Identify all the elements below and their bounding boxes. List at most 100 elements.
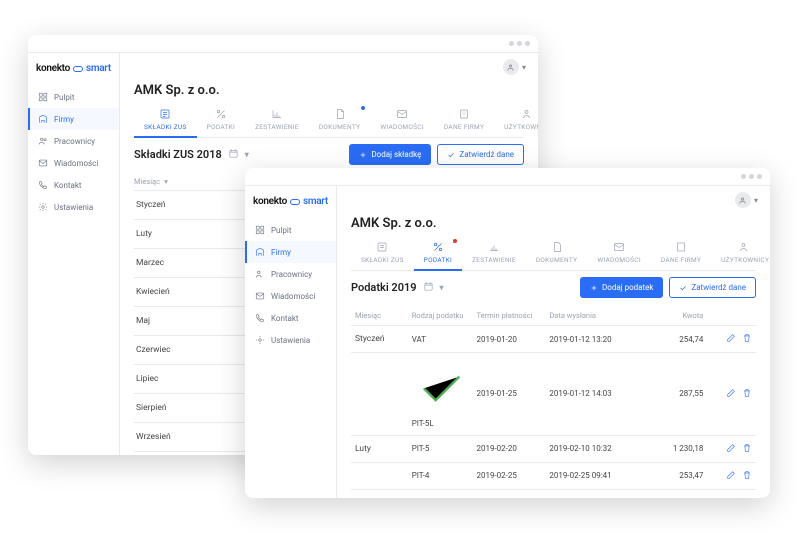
approve-button[interactable]: Zatwierdź dane [437,144,524,165]
chevron-down-icon[interactable]: ▾ [245,150,249,159]
document-icon [334,108,346,120]
delete-icon[interactable] [742,497,752,498]
approve-button[interactable]: Zatwierdź dane [669,277,756,298]
edit-icon[interactable] [726,443,736,455]
cell-amount: 254,74 [634,326,707,353]
sidebar-item-pracownicy[interactable]: Pracownicy [28,130,119,152]
sidebar-item-wiadomosci[interactable]: Wiadomości [28,152,119,174]
tab-zestawienie[interactable]: ZESTAWIENIE [462,239,526,270]
cell-sent [545,489,634,498]
cell-sent: 2019-01-12 14:03 [545,353,634,436]
sidebar-item-label: Pracownicy [54,137,95,146]
avatar[interactable] [735,192,751,208]
sidebar-item-pulpit[interactable]: Pulpit [245,219,336,241]
cell-type: VAT [408,489,473,498]
edit-icon[interactable] [726,388,736,400]
cell-actions [707,326,756,353]
logo: konekto smart [28,53,119,86]
sidebar-item-ustawienia[interactable]: Ustawienia [245,329,336,351]
chevron-down-icon[interactable]: ▾ [440,283,444,292]
sidebar-item-firmy[interactable]: Firmy [245,241,336,263]
chevron-down-icon[interactable]: ▾ [754,196,758,205]
cell-sent: 2019-02-25 09:41 [545,462,634,489]
delete-icon[interactable] [742,333,752,345]
check-icon [412,410,469,419]
tab-wiadomosci[interactable]: WIADOMOŚCI [587,239,651,270]
badge-dot [361,106,365,110]
tab-label: ZESTAWIENIE [255,123,299,131]
col-due[interactable]: Termin płatności [472,306,545,326]
tab-wiadomosci[interactable]: WIADOMOŚCI [370,106,434,137]
tab-label: UŻYTKOWNICY [504,123,538,131]
edit-icon[interactable] [726,497,736,498]
sort-icon[interactable]: ▾ [164,177,168,186]
sidebar-item-ustawienia[interactable]: Ustawienia [28,196,119,218]
tab-uzytkownicy[interactable]: UŻYTKOWNICY [494,106,538,137]
cell-actions [707,435,756,462]
tab-skladki-zus[interactable]: SKŁADKI ZUS [351,239,414,270]
mail-icon [396,108,408,120]
tab-label: PODATKI [207,123,235,131]
sidebar-item-pulpit[interactable]: Pulpit [28,86,119,108]
cell-due: 2019-02-25 [472,462,545,489]
tab-dokumenty[interactable]: DOKUMENTY [526,239,587,270]
page-title: AMK Sp. z o.o. [134,83,524,98]
add-podatek-button[interactable]: Dodaj podatek [580,277,663,298]
sidebar-item-pracownicy[interactable]: Pracownicy [245,263,336,285]
col-month[interactable]: Miesiąc [134,177,160,186]
cell-actions [707,353,756,436]
window-podatki: konekto smart Pulpit Firmy Pracownicy Wi… [245,168,770,498]
cell-type: PIT-5L [408,353,473,436]
tab-dokumenty[interactable]: DOKUMENTY [309,106,370,137]
prev-amount: -252,45 [645,497,683,498]
building-icon [38,114,48,124]
badge-dot [453,239,457,243]
cell-due: 2019-01-25 [472,353,545,436]
titlebar [28,35,538,53]
tab-podatki[interactable]: PODATKI [414,239,462,270]
phone-icon [38,180,48,190]
cell-type: VAT [408,326,473,353]
mail-icon [255,291,265,301]
col-sent[interactable]: Data wysłania [545,306,634,326]
sidebar-item-label: Ustawienia [54,203,93,212]
edit-icon[interactable] [726,333,736,345]
titlebar [245,168,770,186]
podatki-table: Miesiąc Rodzaj podatku Termin płatności … [351,306,756,498]
window-dot [757,174,762,179]
col-type[interactable]: Rodzaj podatku [408,306,473,326]
cell-amount: 1 230,18 [634,435,707,462]
cell-type: PIT-4 [408,462,473,489]
delete-icon[interactable] [742,443,752,455]
tabs: SKŁADKI ZUS PODATKI ZESTAWIENIE DOKUMENT… [351,239,756,271]
col-amount[interactable]: Kwota [634,306,707,326]
logo-smart: smart [303,196,328,207]
check-icon [679,284,687,292]
gear-icon [38,202,48,212]
add-skladka-button[interactable]: Dodaj składkę [349,144,431,165]
cell-sent: 2019-01-12 13:20 [545,326,634,353]
avatar[interactable] [503,59,519,75]
tab-dane-firmy[interactable]: DANE FIRMY [651,239,711,270]
calendar-icon[interactable] [228,148,239,162]
delete-icon[interactable] [742,470,752,482]
delete-icon[interactable] [742,388,752,400]
chevron-down-icon[interactable]: ▾ [522,63,526,72]
section-title: Podatki 2019 ▾ [351,281,444,295]
sidebar: konekto smart Pulpit Firmy Pracownicy Wi… [245,186,337,498]
col-month[interactable]: Miesiąc [351,306,408,326]
sidebar-item-wiadomosci[interactable]: Wiadomości [245,285,336,307]
tab-podatki[interactable]: PODATKI [197,106,245,137]
tab-uzytkownicy[interactable]: UŻYTKOWNICY [711,239,770,270]
sidebar-item-firmy[interactable]: Firmy [28,108,119,130]
tab-dane-firmy[interactable]: DANE FIRMY [434,106,494,137]
tab-zestawienie[interactable]: ZESTAWIENIE [245,106,309,137]
users-icon [255,269,265,279]
calendar-icon[interactable] [423,281,434,295]
sidebar-item-kontakt[interactable]: Kontakt [245,307,336,329]
cell-due: 2019-03-20 [472,489,545,498]
tab-skladki-zus[interactable]: SKŁADKI ZUS [134,106,197,137]
building-icon [255,247,265,257]
sidebar-item-kontakt[interactable]: Kontakt [28,174,119,196]
edit-icon[interactable] [726,470,736,482]
